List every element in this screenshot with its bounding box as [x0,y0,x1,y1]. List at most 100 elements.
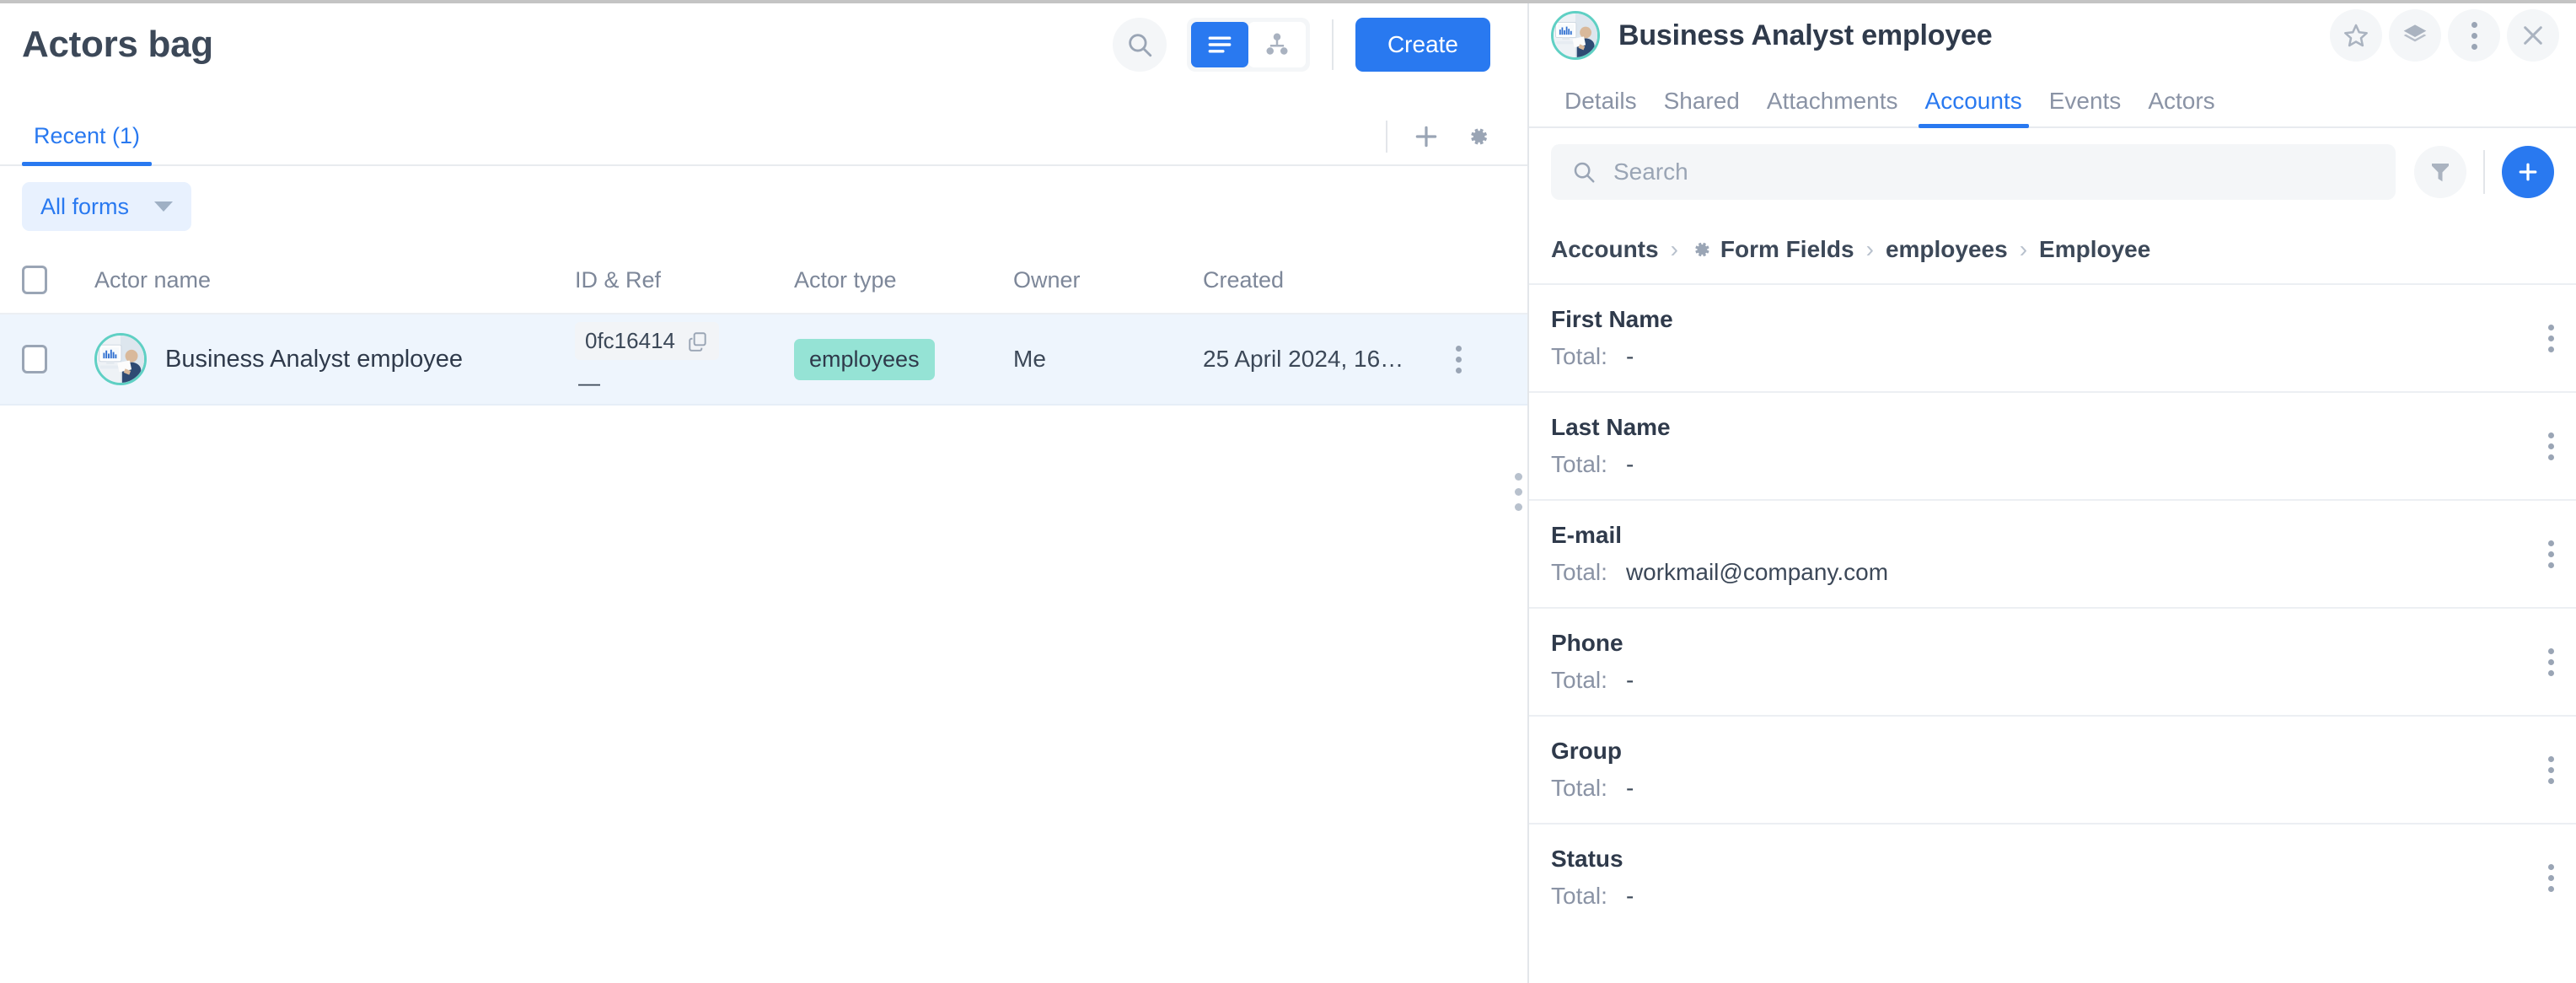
chevron-down-icon [154,201,174,212]
filter-button[interactable] [2414,146,2466,198]
tab-accounts[interactable]: Accounts [1912,88,2036,128]
add-tab-button[interactable] [1413,123,1440,150]
actors-list-panel: Actors bag Create Recent (1) All forms A… [0,0,1529,983]
detail-panel-header: Business Analyst employee [1529,0,2576,64]
list-view-icon [1206,34,1233,56]
field-kebab-menu-icon[interactable] [2548,324,2554,352]
tab-events[interactable]: Events [2036,88,2135,126]
field-kebab-menu-icon[interactable] [2548,432,2554,460]
favorite-button[interactable] [2330,9,2382,62]
kebab-menu-icon [2471,21,2477,50]
layers-button[interactable] [2389,9,2441,62]
panel-splitter[interactable] [1514,0,1529,983]
forms-filter-row: All forms [0,166,1527,247]
avatar-image [97,336,144,383]
list-tabs-tools [1386,121,1490,164]
field-kebab-menu-icon[interactable] [2548,755,2554,784]
row-select-cell [22,345,94,373]
breadcrumb-item-accounts[interactable]: Accounts [1551,236,1659,263]
column-header-owner[interactable]: Owner [1013,267,1203,293]
tab-shared[interactable]: Shared [1650,88,1753,126]
all-forms-dropdown[interactable]: All forms [22,182,192,231]
fields-list: First Name Total: - Last Name Total: - E… [1529,283,2576,983]
breadcrumb-separator: › [1865,236,1874,262]
list-item[interactable]: Status Total: - [1529,823,2576,931]
search-icon [1571,159,1597,185]
left-panel-header: Actors bag Create [0,0,1527,89]
tree-view-toggle[interactable] [1248,21,1306,67]
tab-attachments[interactable]: Attachments [1753,88,1912,126]
list-item[interactable]: E-mail Total: workmail@company.com [1529,499,2576,607]
column-header-actor-type[interactable]: Actor type [794,267,1013,293]
column-header-id-ref[interactable]: ID & Ref [575,267,794,293]
search-icon [1125,30,1154,59]
tree-view-icon [1264,32,1290,57]
detail-tabs: Details Shared Attachments Accounts Even… [1529,64,2576,128]
field-name: E-mail [1551,522,1623,548]
detail-avatar-image [1554,13,1597,57]
layers-icon [2402,22,2428,49]
tab-recent[interactable]: Recent (1) [22,123,153,166]
list-item[interactable]: First Name Total: - [1529,283,2576,391]
column-header-created[interactable]: Created [1203,267,1456,293]
search-input[interactable] [1613,158,2375,185]
field-name: Status [1551,846,1623,872]
tab-actors[interactable]: Actors [2134,88,2228,126]
detail-search-row [1529,128,2576,216]
list-item[interactable]: Group Total: - [1529,715,2576,823]
view-mode-toggle-group [1186,17,1310,72]
plus-icon [2515,159,2541,185]
search-box[interactable] [1551,144,2396,200]
more-options-button[interactable] [2448,9,2500,62]
tab-details[interactable]: Details [1551,88,1650,126]
detail-avatar [1551,11,1600,60]
actors-table: Actor name ID & Ref Actor type Owner Cre… [0,247,1527,406]
table-header-row: Actor name ID & Ref Actor type Owner Cre… [0,247,1527,314]
gear-icon [1465,124,1490,149]
close-panel-button[interactable] [2507,9,2559,62]
select-all-checkbox[interactable] [22,266,47,294]
detail-actions-divider [2483,150,2485,194]
cell-row-menu [1456,345,1505,373]
row-checkbox[interactable] [22,345,47,373]
list-settings-button[interactable] [1465,124,1490,149]
header-toolbar: Create [1112,17,1490,72]
detail-header-actions [2330,9,2559,62]
breadcrumb-item-form-fields[interactable]: Form Fields [1720,236,1854,263]
field-kebab-menu-icon[interactable] [2548,863,2554,892]
field-kebab-menu-icon[interactable] [2548,647,2554,676]
plus-icon [1413,123,1440,150]
gear-icon [1690,239,1712,261]
breadcrumb-item-employees[interactable]: employees [1886,236,2008,263]
field-name: Phone [1551,630,1623,656]
field-total-value: - [1625,343,1634,369]
breadcrumb-item-employee[interactable]: Employee [2039,236,2150,263]
field-kebab-menu-icon[interactable] [2548,540,2554,568]
search-button[interactable] [1112,17,1167,72]
id-text: 0fc16414 [585,328,675,353]
list-item[interactable]: Last Name Total: - [1529,391,2576,499]
copy-icon[interactable] [687,330,709,352]
create-button[interactable]: Create [1355,17,1490,72]
list-item[interactable]: Phone Total: - [1529,607,2576,715]
cell-owner: Me [1013,346,1046,372]
id-chip[interactable]: 0fc16414 [575,322,719,360]
app-window: Actors bag Create Recent (1) All forms A… [0,0,2576,983]
table-row[interactable]: Business Analyst employee 0fc16414 — emp… [0,314,1527,406]
field-total-label: Total: [1551,343,1607,369]
page-title: Actors bag [22,23,213,65]
entity-detail-panel: Business Analyst employee Details Shared… [1529,0,2576,983]
field-name: Last Name [1551,414,1671,440]
field-name: Group [1551,738,1622,764]
list-tabs-row: Recent (1) [0,89,1527,166]
add-account-button[interactable] [2502,146,2554,198]
tabs-tools-divider [1386,121,1387,153]
row-kebab-menu-icon[interactable] [1456,345,1462,373]
cell-id-ref: 0fc16414 — [575,322,794,396]
splitter-grip-icon[interactable] [1514,472,1522,511]
close-icon [2520,22,2546,49]
field-total-label: Total: [1551,883,1607,909]
list-view-toggle[interactable] [1190,21,1248,67]
column-header-actor-name[interactable]: Actor name [94,267,575,293]
status-badge: employees [794,338,935,380]
